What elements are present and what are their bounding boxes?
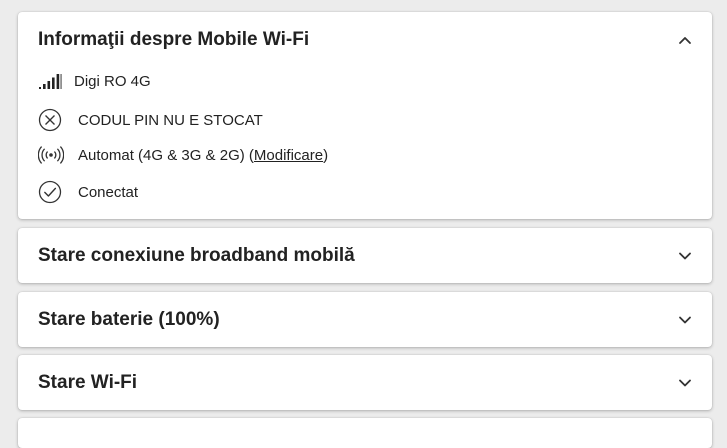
chevron-down-icon[interactable] (678, 376, 692, 390)
modify-link[interactable]: Modificare (254, 147, 323, 164)
connection-status-text: Conectat (78, 183, 139, 201)
chevron-up-icon[interactable] (678, 33, 692, 47)
chevron-down-icon[interactable] (678, 313, 692, 327)
antenna-broadcast-icon (38, 143, 66, 167)
battery-status-panel[interactable]: Stare baterie (100%) (18, 292, 712, 347)
connection-row: Conectat (38, 180, 138, 204)
network-mode-row: Automat (4G & 3G & 2G) (Modificare) (38, 143, 328, 167)
battery-status-header[interactable]: Stare baterie (100%) (18, 292, 712, 347)
signal-bars-icon (38, 69, 64, 93)
pin-status-text: CODUL PIN NU E STOCAT (78, 111, 263, 129)
x-circle-icon (38, 108, 66, 132)
network-row: Digi RO 4G (38, 69, 151, 93)
network-name: Digi RO 4G (74, 72, 151, 90)
mobile-wifi-info-header[interactable]: Informaţii despre Mobile Wi-Fi (18, 12, 712, 68)
next-panel-partial[interactable] (18, 418, 712, 448)
pin-row: CODUL PIN NU E STOCAT (38, 108, 263, 132)
mobile-wifi-info-panel: Informaţii despre Mobile Wi-Fi Digi RO 4… (18, 12, 712, 219)
broadband-status-panel[interactable]: Stare conexiune broadband mobilă (18, 228, 712, 283)
wifi-status-header[interactable]: Stare Wi-Fi (18, 355, 712, 410)
panel-title: Stare Wi-Fi (38, 371, 138, 393)
chevron-down-icon[interactable] (678, 249, 692, 263)
wifi-status-panel[interactable]: Stare Wi-Fi (18, 355, 712, 410)
broadband-status-header[interactable]: Stare conexiune broadband mobilă (18, 228, 712, 283)
panel-title: Stare conexiune broadband mobilă (38, 244, 355, 266)
network-mode-text: Automat (4G & 3G & 2G) ( (78, 146, 254, 164)
network-mode-text-end: ) (323, 146, 329, 164)
panel-title: Stare baterie (100%) (38, 308, 220, 330)
check-circle-icon (38, 180, 66, 204)
panel-title: Informaţii despre Mobile Wi-Fi (38, 29, 310, 50)
